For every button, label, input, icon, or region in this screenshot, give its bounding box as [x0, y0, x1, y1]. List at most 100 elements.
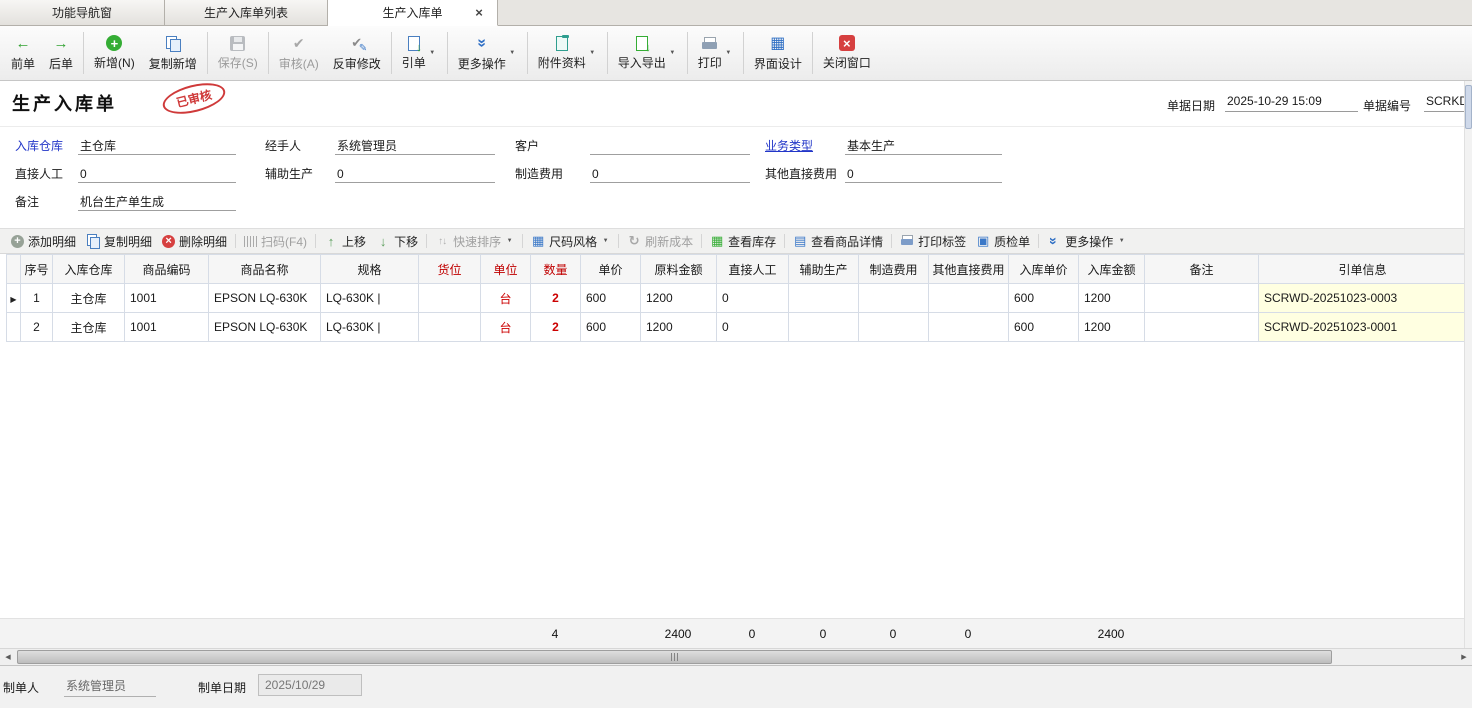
doc-date-field[interactable]: 2025-10-29 15:09	[1225, 94, 1358, 112]
chevron-down-icon[interactable]	[588, 50, 597, 56]
cell[interactable]: 1200	[641, 313, 717, 342]
view-stock-button[interactable]: 查看库存	[705, 231, 781, 252]
biz-type-field[interactable]: 基本生产	[845, 137, 1002, 155]
column-header[interactable]: 规格	[321, 255, 419, 284]
cell[interactable]: EPSON LQ-630K	[209, 313, 321, 342]
unaudit-modify-button[interactable]: 反审修改	[326, 32, 388, 75]
column-header[interactable]: 备注	[1145, 255, 1259, 284]
customer-field[interactable]	[590, 137, 750, 155]
chevron-down-icon[interactable]	[668, 50, 677, 56]
close-icon[interactable]	[472, 5, 486, 19]
cell[interactable]	[1145, 313, 1259, 342]
cell[interactable]: SCRWD-20251023-0003	[1259, 284, 1467, 313]
chevron-down-icon[interactable]	[1117, 238, 1126, 244]
scroll-left-icon[interactable]	[0, 649, 16, 665]
mfg-cost-field[interactable]: 0	[590, 165, 750, 183]
cell[interactable]: 1	[21, 284, 53, 313]
pull-doc-button[interactable]: 引单	[395, 33, 444, 74]
audit-button[interactable]: 审核(A)	[272, 32, 326, 75]
cell[interactable]: SCRWD-20251023-0001	[1259, 313, 1467, 342]
cell[interactable]: 1200	[641, 284, 717, 313]
cell[interactable]	[859, 284, 929, 313]
scroll-right-icon[interactable]	[1456, 649, 1472, 665]
cell[interactable]	[419, 284, 481, 313]
warehouse-label[interactable]: 入库仓库	[15, 137, 63, 155]
column-header[interactable]: 引单信息	[1259, 255, 1467, 284]
scan-code-button[interactable]: 扫码(F4)	[239, 231, 312, 252]
chevron-down-icon[interactable]	[724, 50, 733, 56]
other-cost-field[interactable]: 0	[845, 165, 1002, 183]
column-header[interactable]: 制造费用	[859, 255, 929, 284]
remark-field[interactable]: 机台生产单生成	[78, 193, 236, 211]
chevron-down-icon[interactable]	[601, 238, 610, 244]
table-row[interactable]: 1 主仓库 1001 EPSON LQ-630K LQ-630K | 台 2 6…	[7, 284, 1467, 313]
column-header[interactable]: 商品编码	[125, 255, 209, 284]
cell[interactable]: 台	[481, 284, 531, 313]
cell[interactable]	[859, 313, 929, 342]
more-actions-button[interactable]: 更多操作	[451, 32, 524, 75]
add-row-button[interactable]: 添加明细	[6, 231, 81, 252]
chevron-down-icon[interactable]	[428, 50, 437, 56]
column-header[interactable]: 货位	[419, 255, 481, 284]
refresh-cost-button[interactable]: 刷新成本	[622, 231, 698, 252]
doc-no-field[interactable]: SCRKD-	[1424, 94, 1468, 112]
cell[interactable]: 600	[1009, 313, 1079, 342]
cell[interactable]: 主仓库	[53, 284, 125, 313]
copy-row-button[interactable]: 复制明细	[81, 231, 157, 252]
table-row[interactable]: 2 主仓库 1001 EPSON LQ-630K LQ-630K | 台 2 6…	[7, 313, 1467, 342]
save-button[interactable]: 保存(S)	[211, 33, 265, 74]
direct-labor-field[interactable]: 0	[78, 165, 236, 183]
cell[interactable]: LQ-630K |	[321, 313, 419, 342]
more-detail-actions-button[interactable]: 更多操作	[1042, 231, 1131, 252]
cell[interactable]: 0	[717, 313, 789, 342]
column-header[interactable]: 单位	[481, 255, 531, 284]
move-down-button[interactable]: 下移	[371, 231, 423, 252]
column-header[interactable]: 直接人工	[717, 255, 789, 284]
delete-row-button[interactable]: 删除明细	[157, 231, 232, 252]
column-header[interactable]: 原料金额	[641, 255, 717, 284]
next-doc-button[interactable]: 后单	[42, 32, 80, 75]
cell[interactable]: 0	[717, 284, 789, 313]
biz-type-label[interactable]: 业务类型	[765, 137, 813, 155]
cell[interactable]: 台	[481, 313, 531, 342]
cell[interactable]: EPSON LQ-630K	[209, 284, 321, 313]
tab-entry-form[interactable]: 生产入库单	[328, 0, 498, 26]
cell[interactable]	[929, 284, 1009, 313]
qc-doc-button[interactable]: 质检单	[971, 231, 1035, 252]
column-header[interactable]: 数量	[531, 255, 581, 284]
column-header[interactable]: 其他直接费用	[929, 255, 1009, 284]
ui-design-button[interactable]: 界面设计	[747, 32, 809, 75]
cell[interactable]: 2	[531, 313, 581, 342]
cell[interactable]: 2	[21, 313, 53, 342]
cell[interactable]	[789, 284, 859, 313]
new-button[interactable]: 新增(N)	[87, 32, 142, 74]
view-product-detail-button[interactable]: 查看商品详情	[788, 231, 888, 252]
cell[interactable]	[1145, 284, 1259, 313]
tab-entry-list[interactable]: 生产入库单列表	[165, 0, 328, 25]
cell[interactable]: 2	[531, 284, 581, 313]
cell[interactable]	[929, 313, 1009, 342]
warehouse-field[interactable]: 主仓库	[78, 137, 236, 155]
column-header[interactable]: 入库单价	[1009, 255, 1079, 284]
scrollbar-thumb[interactable]	[1465, 85, 1472, 129]
cell[interactable]: 1200	[1079, 313, 1145, 342]
cell[interactable]: 600	[1009, 284, 1079, 313]
close-window-button[interactable]: 关闭窗口	[816, 32, 878, 74]
chevron-down-icon[interactable]	[508, 50, 517, 56]
aux-prod-field[interactable]: 0	[335, 165, 495, 183]
column-header[interactable]: 商品名称	[209, 255, 321, 284]
column-header[interactable]: 入库金额	[1079, 255, 1145, 284]
size-style-button[interactable]: 尺码风格	[526, 231, 615, 252]
column-header[interactable]: 辅助生产	[789, 255, 859, 284]
cell[interactable]: 600	[581, 313, 641, 342]
cell[interactable]: 1200	[1079, 284, 1145, 313]
cell[interactable]: LQ-630K |	[321, 284, 419, 313]
cell[interactable]: 1001	[125, 313, 209, 342]
chevron-down-icon[interactable]	[505, 238, 514, 244]
column-header[interactable]: 入库仓库	[53, 255, 125, 284]
import-export-button[interactable]: 导入导出	[611, 33, 684, 74]
column-header[interactable]: 序号	[21, 255, 53, 284]
handler-field[interactable]: 系统管理员	[335, 137, 495, 155]
print-button[interactable]: 打印	[691, 33, 740, 74]
cell[interactable]	[789, 313, 859, 342]
